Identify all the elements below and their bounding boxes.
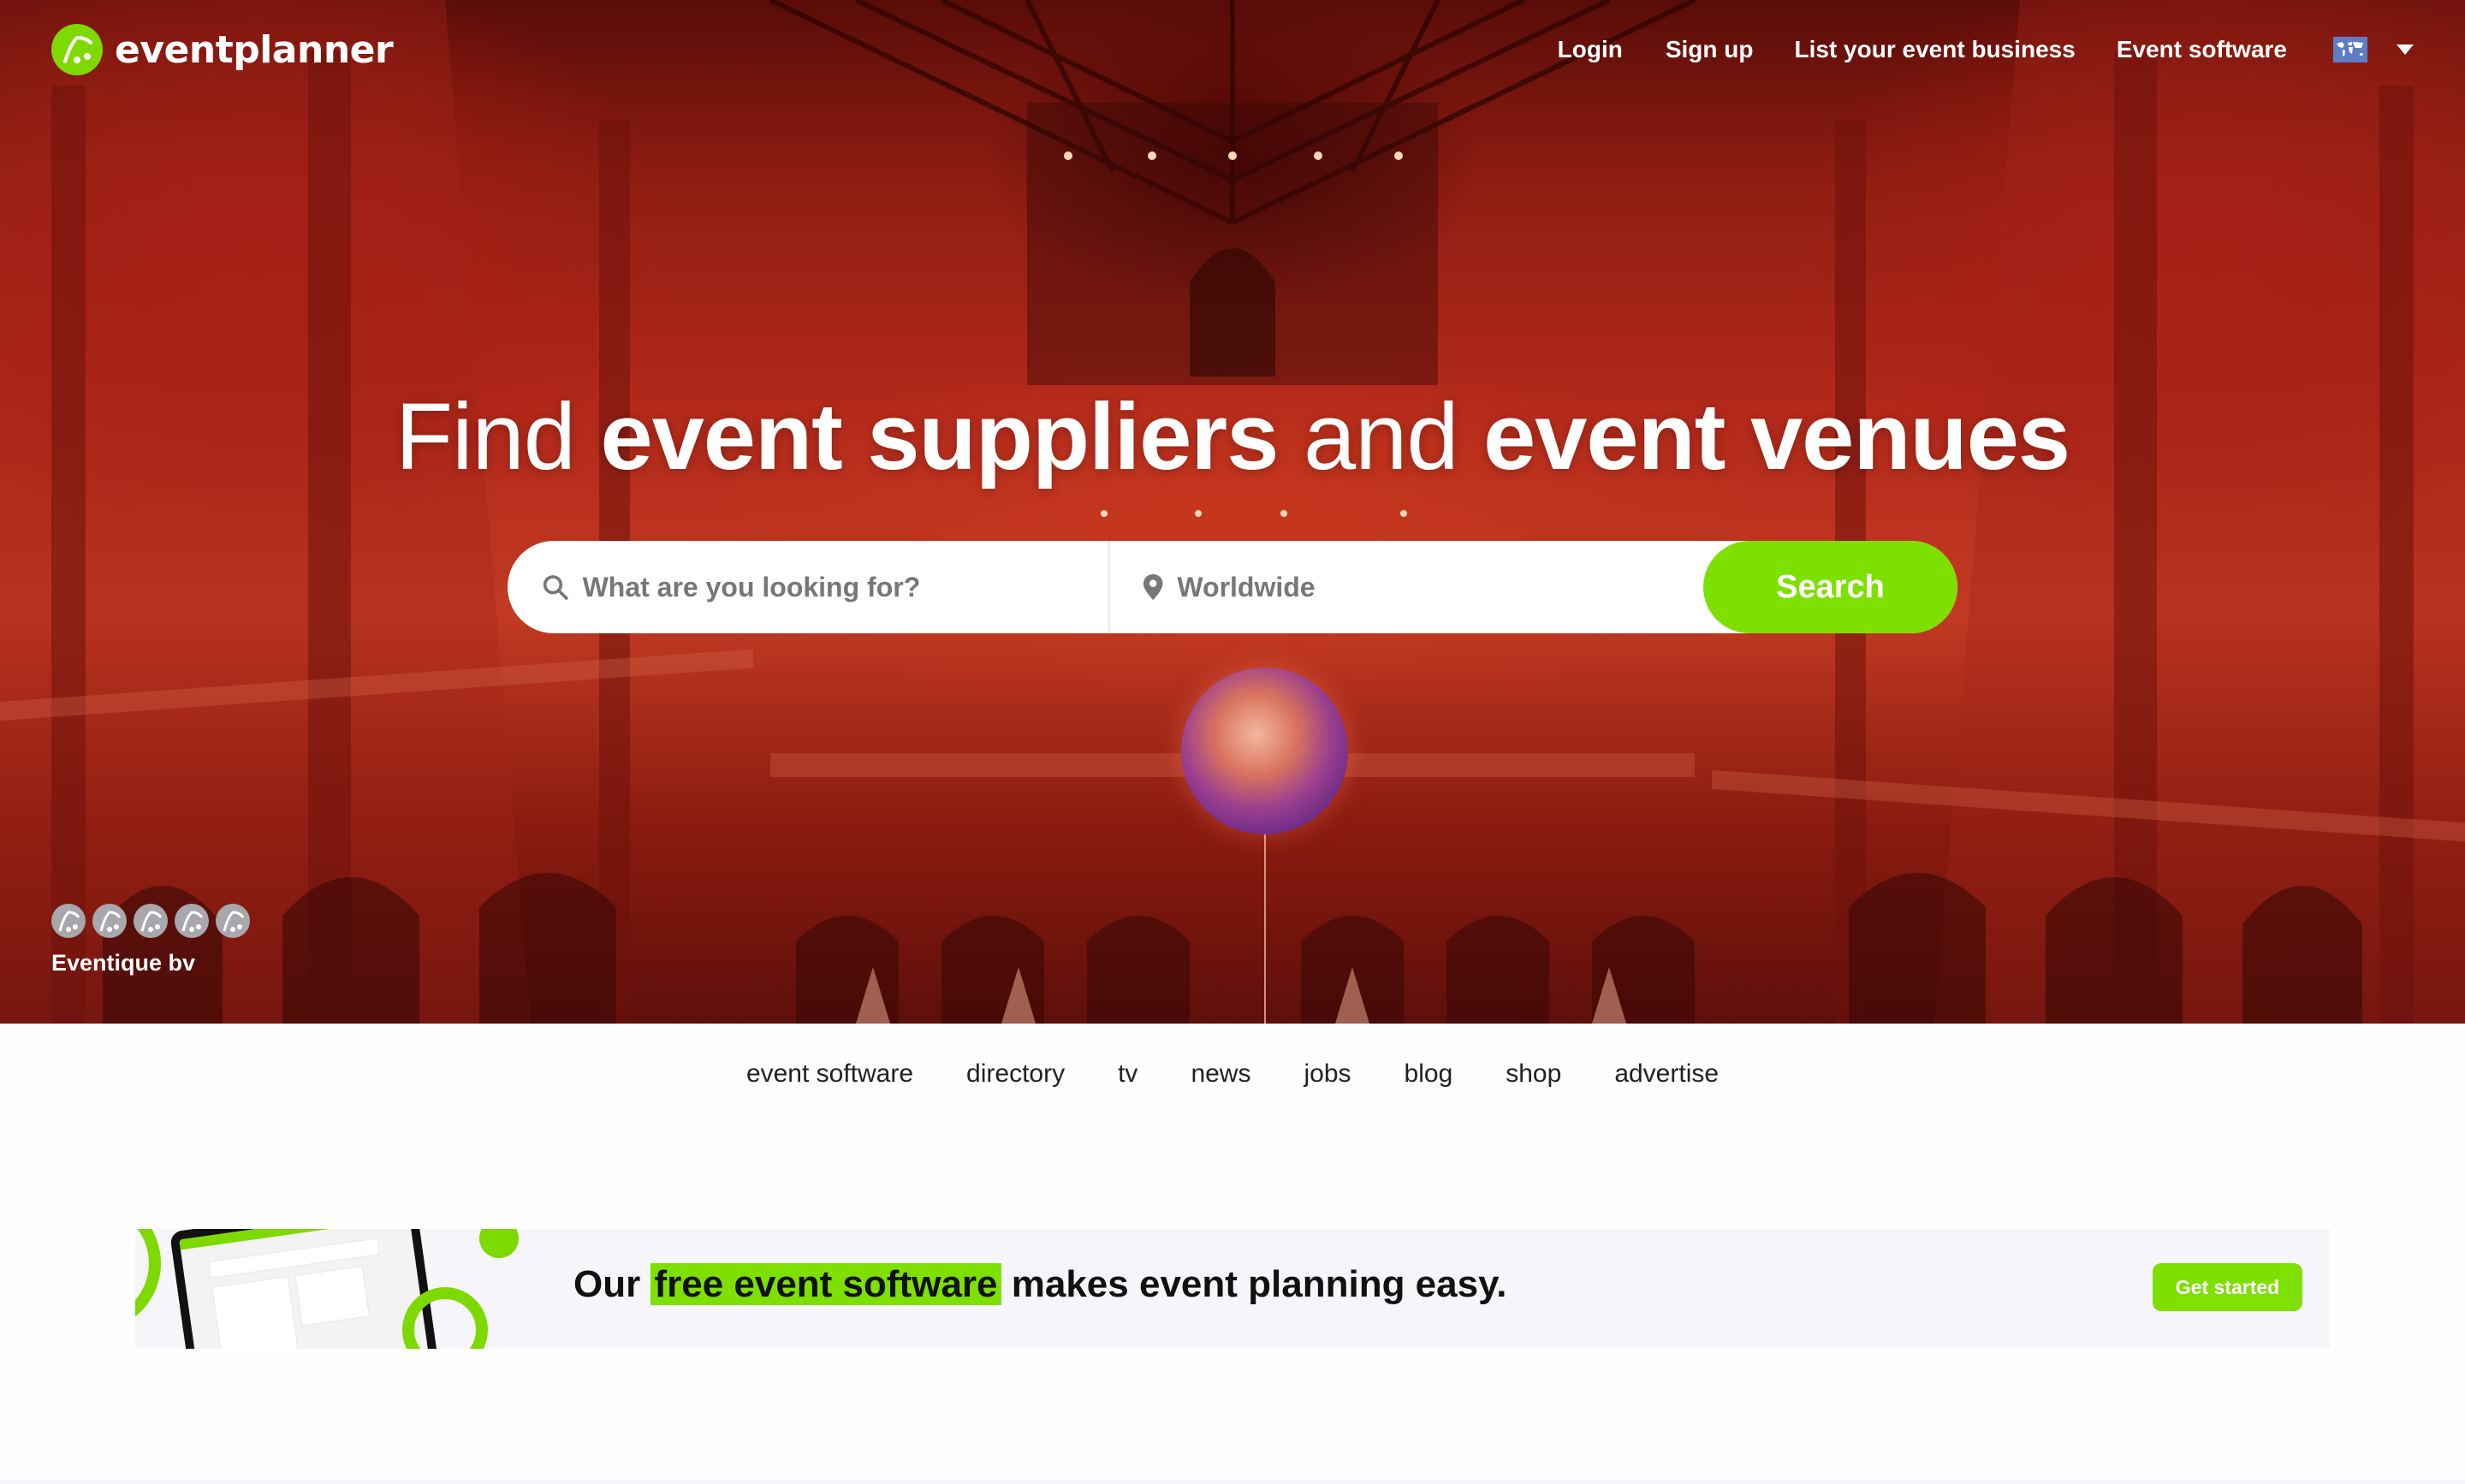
list-your-event-business-link[interactable]: List your event business	[1795, 36, 2076, 63]
subnav-advertise[interactable]: advertise	[1614, 1060, 1719, 1089]
banner-headline: Our free event software makes event plan…	[573, 1263, 1507, 1306]
event-software-banner: Our free event software makes event plan…	[135, 1229, 2330, 1349]
banner-highlight: free event software	[650, 1263, 1001, 1305]
credit-company-name[interactable]: Eventique bv	[51, 950, 250, 976]
banner-text-after: makes event planning easy.	[1001, 1263, 1507, 1305]
headline-part-find: Find	[395, 384, 601, 490]
globe-balloon	[1181, 668, 1348, 834]
top-navigation: Login Sign up List your event business E…	[1558, 31, 2465, 68]
hero-section: eventplanner Login Sign up List your eve…	[0, 0, 2465, 1024]
page-divider	[0, 1481, 2465, 1484]
avatar-icon[interactable]	[175, 904, 209, 938]
get-started-button[interactable]: Get started	[2153, 1263, 2302, 1311]
subnav-jobs[interactable]: jobs	[1304, 1060, 1351, 1089]
search-keyword-input[interactable]	[582, 541, 1108, 633]
credit-avatars	[51, 904, 250, 938]
decorative-dot	[479, 1229, 519, 1258]
eventplanner-logo[interactable]: eventplanner	[51, 24, 394, 75]
search-location-field	[1110, 541, 1703, 633]
hero-headline: Find event suppliers and event venues	[0, 383, 2465, 490]
headline-part-suppliers: event suppliers	[600, 384, 1279, 490]
world-map-flag-icon[interactable]	[2333, 37, 2367, 62]
subnav-news[interactable]: news	[1191, 1060, 1250, 1089]
search-form: Search	[508, 541, 1957, 633]
logo-text: eventplanner	[115, 27, 394, 72]
photo-credit: Eventique bv	[51, 904, 250, 976]
event-software-link[interactable]: Event software	[2117, 36, 2287, 63]
search-location-input[interactable]	[1177, 541, 1703, 633]
subnav-event-software[interactable]: event software	[746, 1060, 913, 1089]
subnav-directory[interactable]: directory	[966, 1060, 1065, 1089]
laptop-image	[169, 1229, 440, 1349]
decorative-ring-left	[135, 1229, 161, 1332]
secondary-navigation: event software directory tv news jobs bl…	[0, 1060, 2465, 1089]
avatar-icon[interactable]	[92, 904, 127, 938]
search-what-field	[508, 541, 1110, 633]
search-button[interactable]: Search	[1703, 541, 1957, 633]
caret-down-icon[interactable]	[2397, 45, 2414, 55]
login-link[interactable]: Login	[1558, 36, 1623, 63]
subnav-shop[interactable]: shop	[1506, 1060, 1561, 1089]
hero-background-architecture	[0, 0, 2465, 1024]
avatar-icon[interactable]	[134, 904, 168, 938]
location-pin-icon	[1143, 573, 1163, 601]
subnav-blog[interactable]: blog	[1405, 1060, 1453, 1089]
banner-text-before: Our	[573, 1263, 651, 1305]
subnav-tv[interactable]: tv	[1118, 1060, 1137, 1089]
sign-up-link[interactable]: Sign up	[1666, 36, 1754, 63]
balloon-string	[1264, 834, 1266, 1024]
logo-icon	[51, 24, 103, 75]
search-icon	[543, 575, 568, 600]
avatar-icon[interactable]	[51, 904, 86, 938]
headline-part-venues: event venues	[1483, 384, 2070, 490]
laptop-illustration	[135, 1229, 538, 1349]
headline-part-and: and	[1278, 384, 1484, 490]
avatar-icon[interactable]	[216, 904, 250, 938]
